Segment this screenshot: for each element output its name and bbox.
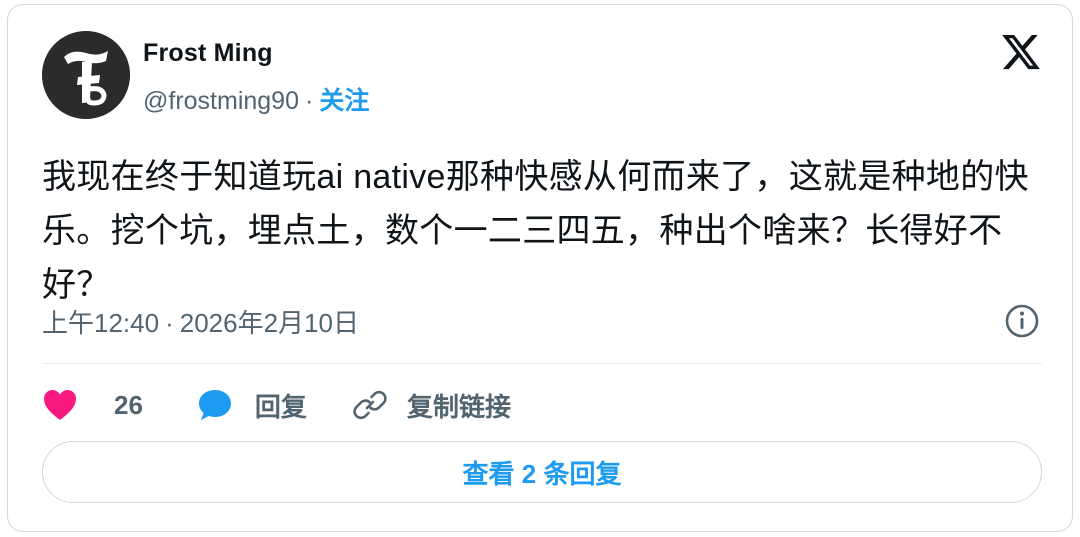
view-replies-button[interactable]: 查看 2 条回复 (42, 441, 1042, 503)
copy-link-button[interactable]: 复制链接 (353, 387, 511, 424)
tweet-text: 我现在终于知道玩ai native那种快感从何而来了，这就是种地的快乐。挖个坑，… (42, 158, 1029, 304)
speech-bubble-icon (197, 388, 233, 422)
author-name[interactable]: Frost Ming (143, 39, 273, 68)
author-handle-row: @frostming90 · 关注 (143, 81, 369, 117)
timestamp-separator: · (165, 308, 174, 338)
tweet-date: 2026年2月10日 (179, 308, 359, 338)
heart-icon (42, 388, 78, 422)
author-handle[interactable]: @frostming90 (143, 87, 299, 115)
tweet-card: Frost Ming @frostming90 · 关注 我现在终于知道玩ai na… (7, 4, 1073, 532)
x-logo-icon[interactable] (1000, 31, 1042, 73)
reply-button[interactable]: 回复 (197, 387, 307, 424)
action-bar: 26 回复 复制链接 (42, 380, 511, 430)
view-replies-label: 查看 2 条回复 (462, 458, 622, 489)
info-icon[interactable] (1004, 303, 1040, 339)
reply-label: 回复 (254, 391, 307, 422)
avatar-logo-icon (42, 31, 130, 119)
like-count: 26 (114, 389, 143, 420)
divider (42, 363, 1042, 364)
handle-separator: · (305, 87, 314, 115)
link-icon (353, 388, 387, 422)
follow-button[interactable]: 关注 (319, 87, 369, 115)
like-button[interactable]: 26 (42, 388, 143, 422)
copy-link-label: 复制链接 (406, 391, 511, 422)
tweet-time: 上午12:40 (42, 308, 160, 338)
tweet-timestamp[interactable]: 上午12:40 · 2026年2月10日 (42, 303, 359, 340)
avatar[interactable] (42, 31, 130, 119)
